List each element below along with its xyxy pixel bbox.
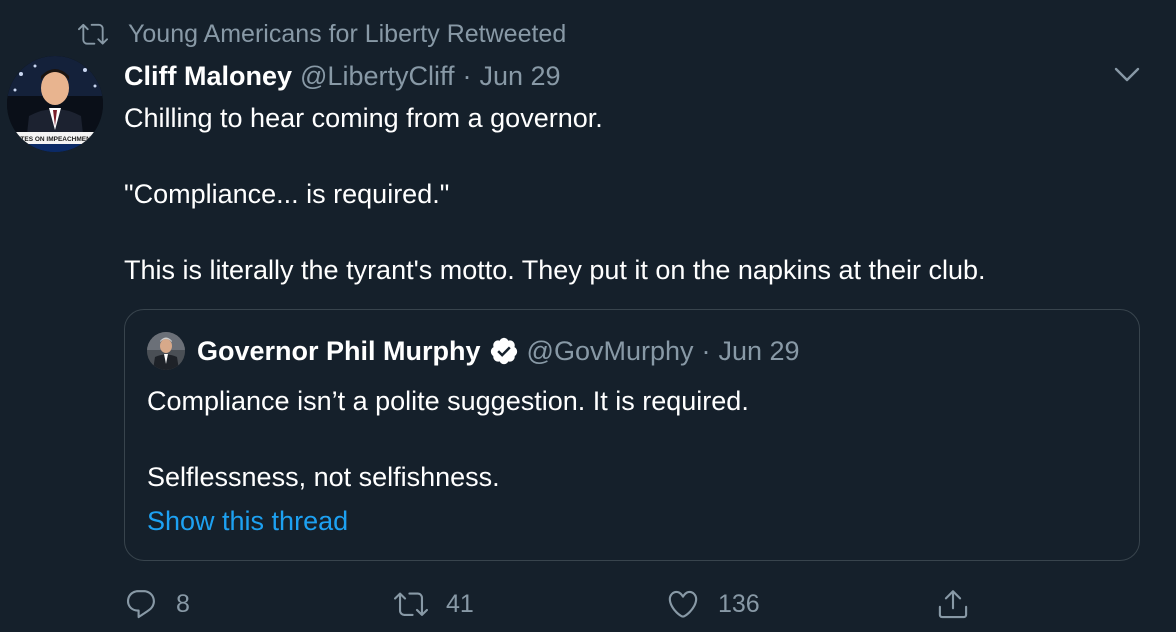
quoted-tweet-text: Compliance isn’t a polite suggestion. It… (147, 382, 1107, 496)
like-button[interactable]: 136 (666, 582, 760, 626)
separator-dot: · (701, 335, 711, 366)
tweet-actions: 8 41 136 (124, 582, 1004, 626)
quoted-tweet-text-line: Compliance isn’t a polite suggestion. It… (147, 386, 749, 416)
share-button[interactable] (936, 582, 970, 626)
quoted-author-avatar (147, 332, 185, 370)
tweet-text: Chilling to hear coming from a governor.… (124, 99, 1134, 289)
like-count: 136 (718, 589, 760, 618)
tweet-date[interactable]: Jun 29 (479, 61, 560, 92)
reply-button[interactable]: 8 (124, 582, 190, 626)
show-thread-link[interactable]: Show this thread (147, 506, 348, 537)
author-handle[interactable]: @LibertyCliff (300, 61, 454, 92)
quoted-tweet-header: Governor Phil Murphy @GovMurphy · Jun 29 (147, 332, 800, 370)
chevron-down-icon[interactable] (1112, 64, 1142, 86)
tweet-text-line: This is literally the tyrant's motto. Th… (124, 255, 986, 285)
tweet-text-line: Chilling to hear coming from a governor. (124, 103, 603, 133)
retweet-icon (394, 592, 428, 616)
quoted-author-name[interactable]: Governor Phil Murphy (197, 336, 481, 367)
retweet-context: Young Americans for Liberty Retweeted (78, 18, 566, 50)
retweet-count: 41 (446, 589, 474, 618)
retweet-icon (78, 23, 108, 45)
reply-icon (126, 590, 155, 619)
quoted-author-handle[interactable]: @GovMurphy (527, 336, 694, 367)
retweet-button[interactable]: 41 (394, 582, 474, 626)
separator-dot: · (462, 60, 472, 91)
avatar-caption: VOTES ON IMPEACHMENT A (11, 136, 101, 143)
tweet-text-line: "Compliance... is required." (124, 179, 450, 209)
verified-badge-icon (490, 337, 517, 365)
reply-count: 8 (176, 589, 190, 618)
quoted-tweet[interactable]: Governor Phil Murphy @GovMurphy · Jun 29… (124, 309, 1140, 561)
heart-icon (668, 590, 698, 618)
share-icon (938, 590, 968, 619)
retweet-context-text[interactable]: Young Americans for Liberty Retweeted (128, 20, 566, 49)
quoted-tweet-date[interactable]: Jun 29 (719, 336, 800, 367)
quoted-tweet-text-line: Selflessness, not selfishness. (147, 462, 500, 492)
author-avatar[interactable]: VOTES ON IMPEACHMENT A (7, 56, 103, 152)
tweet-header: Cliff Maloney @LibertyCliff · Jun 29 (124, 58, 561, 94)
author-name[interactable]: Cliff Maloney (124, 61, 292, 92)
